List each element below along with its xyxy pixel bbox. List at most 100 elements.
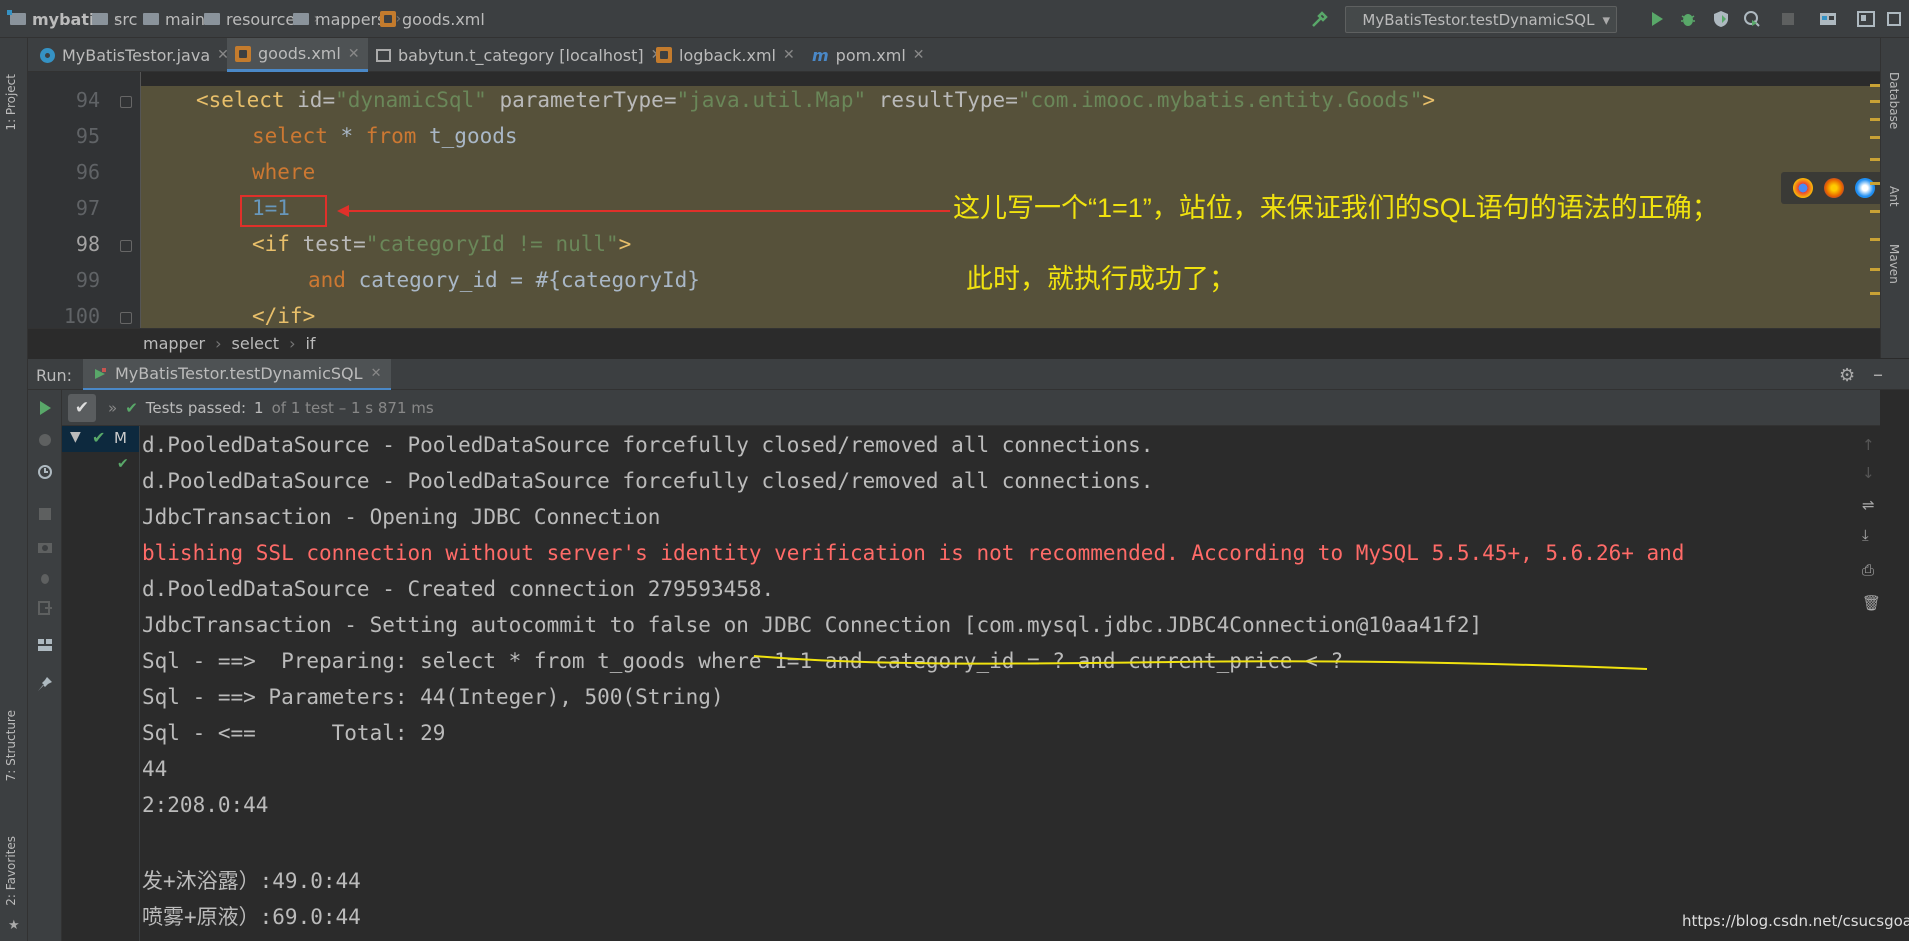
breadcrumb-label: mappers	[315, 9, 386, 29]
annotation-text: 这儿写一个“1=1”，站位，来保证我们的SQL语句的语法的正确；	[953, 193, 1719, 223]
breadcrumb-file[interactable]: goods.xml	[380, 9, 485, 29]
left-tool-strip: 1: Project 7: Structure 2: Favorites ★	[0, 38, 28, 941]
close-icon[interactable]: ✕	[348, 46, 360, 62]
scroll-up-icon[interactable]: ↑	[1862, 436, 1875, 454]
rerun-icon[interactable]	[37, 400, 53, 416]
chrome-icon[interactable]	[1792, 178, 1813, 198]
project-tool-button[interactable]: 1: Project	[4, 74, 18, 131]
console-side-toolbar: ↑ ↓ ⇌ ⤓ ⎙ 🗑	[1858, 426, 1881, 941]
close-icon[interactable]: ✕	[371, 366, 382, 381]
close-icon[interactable]: ✕	[913, 47, 925, 63]
debug-icon[interactable]	[37, 570, 53, 586]
tab-pom-xml[interactable]: m pom.xml ✕	[804, 38, 933, 72]
code-line-98: <if test="categoryId != null">	[252, 232, 632, 256]
scroll-down-icon[interactable]: ↓	[1862, 464, 1875, 482]
structure-tool-button[interactable]: 7: Structure	[4, 710, 18, 781]
checkmark-icon: ✔	[92, 428, 106, 447]
console-line: 0个月）:399.0:44	[142, 937, 331, 941]
console-line: Sql - <== Total: 29	[142, 721, 446, 745]
folder-icon	[293, 13, 309, 25]
watermark: https://blog.csdn.net/csucsgoat	[1682, 912, 1909, 930]
console-line: 喷雾+原液）:69.0:44	[142, 905, 361, 929]
camera-icon[interactable]	[37, 540, 53, 556]
fold-marker-icon[interactable]	[120, 240, 132, 252]
close-icon[interactable]: ✕	[783, 47, 795, 63]
fold-marker-icon[interactable]	[120, 312, 132, 324]
build-hammer-icon[interactable]	[1310, 9, 1330, 29]
print-icon[interactable]: ⎙	[1862, 561, 1874, 579]
firefox-icon[interactable]	[1823, 178, 1844, 198]
pin-icon[interactable]	[37, 676, 53, 692]
breadcrumb-label: main	[165, 9, 205, 29]
exit-icon[interactable]	[37, 600, 53, 616]
editor-tab-bar: MyBatisTestor.java ✕ goods.xml ✕ babytun…	[28, 38, 1880, 72]
breadcrumb-label: goods.xml	[402, 9, 485, 29]
checkmark-icon: ✔	[125, 398, 138, 417]
line-number: 99	[75, 268, 100, 292]
soft-wrap-icon[interactable]: ⇌	[1862, 496, 1875, 514]
tab-logback-xml[interactable]: logback.xml ✕	[648, 38, 803, 72]
console-line: Sql - ==> Parameters: 44(Integer), 500(S…	[142, 685, 724, 709]
maven-icon: m	[812, 45, 829, 65]
database-tool-button[interactable]: Database	[1887, 72, 1901, 129]
folder-icon	[92, 13, 108, 25]
profiler-icon[interactable]	[1742, 9, 1762, 29]
crumb-mapper[interactable]: mapper	[143, 334, 205, 353]
crumb-select[interactable]: select	[232, 334, 280, 353]
test-tree-label: M	[114, 429, 127, 447]
resources-folder-icon	[204, 13, 220, 25]
test-status-bar: ✔ » ✔ Tests passed: 1 of 1 test – 1 s 87…	[62, 390, 1880, 426]
annotation-underline	[753, 655, 1648, 670]
fold-marker-icon[interactable]	[120, 96, 132, 108]
test-tree-root[interactable]: ▼ ✔ M	[62, 426, 139, 452]
run-icon[interactable]	[1647, 9, 1667, 29]
layout-icon[interactable]	[1856, 9, 1876, 29]
tab-label: MyBatisTestor.java	[62, 45, 211, 65]
editor-gutter: 94 95 96 97 98 99 100	[28, 72, 141, 328]
run-tab-label: MyBatisTestor.testDynamicSQL	[115, 364, 363, 383]
show-passed-toggle[interactable]: ✔	[68, 393, 96, 422]
stop-icon[interactable]	[37, 506, 53, 522]
run-tab[interactable]: MyBatisTestor.testDynamicSQL ✕	[83, 359, 392, 391]
tab-babytun-t-category[interactable]: babytun.t_category [localhost] ✕	[368, 38, 670, 72]
code-line-94: <select id="dynamicSql" parameterType="j…	[196, 88, 1436, 112]
trash-icon[interactable]: 🗑	[1862, 594, 1881, 612]
line-number: 100	[63, 304, 100, 328]
tab-goods-xml[interactable]: goods.xml ✕	[227, 38, 368, 72]
ant-tool-button[interactable]: Ant	[1887, 186, 1901, 207]
tab-label: goods.xml	[258, 44, 341, 63]
gear-icon[interactable]: ⚙	[1839, 365, 1855, 386]
tab-label: babytun.t_category [localhost]	[398, 45, 644, 65]
run-panel-header: Run: MyBatisTestor.testDynamicSQL ✕ ⚙ –	[28, 358, 1909, 391]
console-line: d.PooledDataSource - Created connection …	[142, 577, 775, 601]
run-configuration-select[interactable]: MyBatisTestor.testDynamicSQL ▾	[1345, 6, 1617, 33]
favorites-tool-button[interactable]: 2: Favorites	[4, 836, 18, 906]
line-number: 95	[75, 124, 100, 148]
scroll-to-end-icon[interactable]: ⤓	[1862, 526, 1869, 544]
rerun-failed-icon[interactable]	[37, 432, 53, 448]
code-line-100: </if>	[252, 304, 316, 328]
crumb-if[interactable]: if	[305, 334, 315, 353]
stop-icon[interactable]	[1778, 9, 1798, 29]
project-structure-icon[interactable]	[1818, 9, 1838, 29]
minimize-icon[interactable]: –	[1873, 362, 1883, 386]
toggle-auto-test-icon[interactable]	[37, 464, 53, 480]
annotation-box	[240, 195, 327, 227]
coverage-shield-icon[interactable]	[1711, 9, 1731, 29]
maven-tool-button[interactable]: Maven	[1887, 244, 1901, 284]
layout-grid-icon[interactable]	[37, 638, 53, 654]
navigation-bar: mybatis› src› main› resources› mappers› …	[0, 0, 1909, 38]
tests-passed-detail: of 1 test – 1 s 871 ms	[271, 398, 434, 417]
chevron-down-icon: ▾	[1602, 10, 1610, 29]
tab-label: logback.xml	[679, 45, 776, 65]
search-everywhere-icon[interactable]	[1884, 9, 1904, 29]
test-config-icon	[95, 367, 106, 379]
console-output[interactable]: d.PooledDataSource - PooledDataSource fo…	[140, 426, 1860, 941]
tab-mybatistestor-java[interactable]: MyBatisTestor.java ✕	[32, 38, 237, 72]
expand-chevron-icon[interactable]: »	[108, 399, 117, 417]
right-tool-strip: Database Ant Maven	[1880, 38, 1909, 368]
line-number: 97	[75, 196, 100, 220]
expand-triangle-icon[interactable]: ▼	[70, 429, 81, 445]
debug-bug-icon[interactable]	[1678, 9, 1698, 29]
console-line: 44	[142, 757, 168, 781]
